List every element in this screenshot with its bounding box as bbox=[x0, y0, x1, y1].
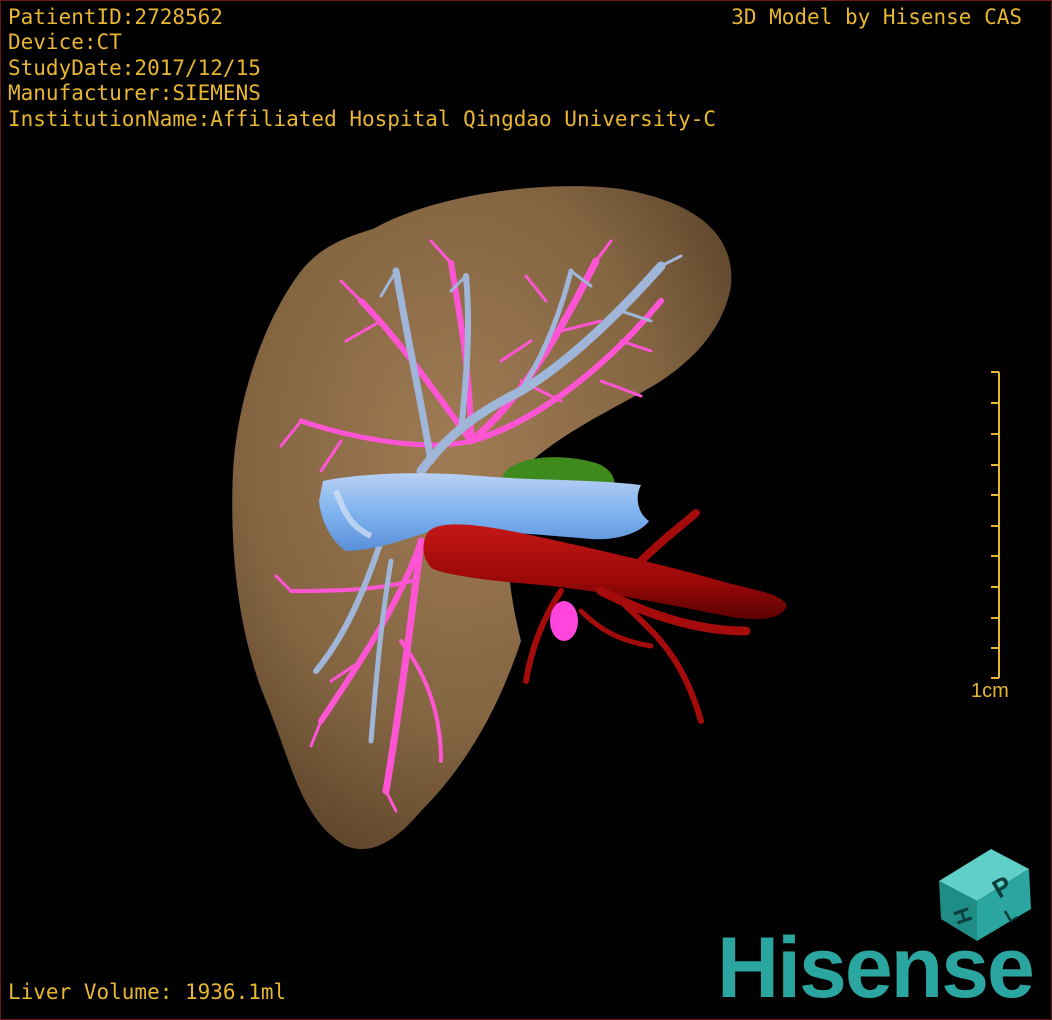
scale-bar-label: 1cm bbox=[971, 680, 1009, 702]
scale-bar bbox=[991, 371, 1000, 679]
manufacturer-label: Manufacturer:SIEMENS bbox=[8, 81, 261, 105]
patient-id-label: PatientID:2728562 bbox=[8, 5, 223, 29]
model-credit-label: 3D Model by Hisense CAS bbox=[731, 5, 1022, 29]
pancreas-fragment bbox=[550, 601, 578, 641]
device-label: Device:CT bbox=[8, 30, 122, 54]
liver-volume-label: Liver Volume: 1936.1ml bbox=[8, 980, 287, 1004]
3d-viewport[interactable]: H P L PatientID:2728562 Device:CT StudyD… bbox=[0, 0, 1052, 1020]
hisense-logo: Hisense bbox=[717, 920, 1035, 1016]
liver-3d-model[interactable]: H P L bbox=[1, 1, 1052, 1020]
institution-label: InstitutionName:Affiliated Hospital Qing… bbox=[8, 107, 717, 131]
study-date-label: StudyDate:2017/12/15 bbox=[8, 56, 261, 80]
